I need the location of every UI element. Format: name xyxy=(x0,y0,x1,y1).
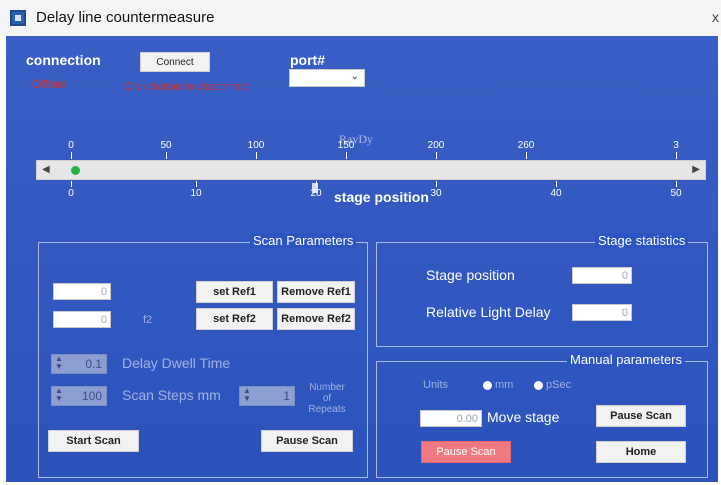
bottom-scale-tick xyxy=(436,181,437,187)
unit-mm-label: mm xyxy=(495,379,514,391)
top-scale-tick xyxy=(256,152,257,159)
scan-parameters-title: Scan Parameters xyxy=(250,233,357,248)
move-stage-label: Move stage xyxy=(487,409,560,425)
pause-scan-button[interactable]: Pause Scan xyxy=(261,430,353,452)
stage-statistics-group xyxy=(376,242,708,347)
bottom-scale-tick xyxy=(196,181,197,187)
move-stage-field[interactable]: 0.00 xyxy=(420,410,482,427)
repeats-label-line2: of Repeats xyxy=(308,393,346,415)
title-bar: Delay line countermeasure x xyxy=(0,0,721,36)
repeats-label-line1: Number xyxy=(309,382,345,393)
close-icon[interactable]: x xyxy=(712,9,719,25)
top-scale-tick xyxy=(166,152,167,159)
stage-position-slider[interactable]: ◀ ▶ xyxy=(36,160,706,180)
scan-steps-stepper[interactable]: ▲ ▼ 100 xyxy=(51,386,107,406)
scan-steps-value: 100 xyxy=(81,389,102,403)
stage-position-value: 0 xyxy=(572,267,632,284)
bottom-scale-tick-label: 30 xyxy=(430,188,442,199)
stage-position-stat-label: Stage position xyxy=(426,267,515,283)
slider-right-arrow-icon[interactable]: ▶ xyxy=(692,164,700,175)
stepper-arrows-icon[interactable]: ▲ ▼ xyxy=(55,387,63,403)
port-label: port# xyxy=(290,52,325,68)
start-scan-button[interactable]: Start Scan xyxy=(48,430,139,452)
connection-status: Offline xyxy=(32,77,67,91)
top-scale-tick-label: 50 xyxy=(160,140,172,151)
stage-position-label: stage position xyxy=(334,189,429,205)
stepper-arrows-icon[interactable]: ▲ ▼ xyxy=(243,387,251,403)
slider-thumb[interactable] xyxy=(71,166,80,175)
home-button[interactable]: Home xyxy=(596,441,686,463)
top-scale-tick xyxy=(71,152,72,159)
dwell-time-stepper[interactable]: ▲ ▼ 0.1 xyxy=(51,354,107,374)
manual-parameters-title: Manual parameters xyxy=(567,352,685,367)
units-label: Units xyxy=(423,379,449,391)
stepper-arrows-icon[interactable]: ▲ ▼ xyxy=(55,355,63,371)
unit-psec-radio[interactable] xyxy=(534,381,543,390)
connection-label: connection xyxy=(26,52,101,68)
top-scale-tick-label: 260 xyxy=(517,140,535,151)
dwell-time-value: 0.1 xyxy=(85,357,102,371)
top-scale-tick-label: 100 xyxy=(247,140,265,151)
connection-hint: Click button to disconnect xyxy=(124,81,250,93)
top-scale-tick xyxy=(526,152,527,159)
set-ref1-button[interactable]: set Ref1 xyxy=(196,281,273,303)
bottom-scale-tick-label: 50 xyxy=(670,188,682,199)
unit-mm-radio[interactable] xyxy=(483,381,492,390)
window-title: Delay line countermeasure xyxy=(36,9,215,26)
top-scale-tick-label: 200 xyxy=(427,140,445,151)
pause-scan-active-button[interactable]: Pause Scan xyxy=(421,441,511,463)
f2-label: f2 xyxy=(143,314,153,326)
port-select[interactable]: ⌄ xyxy=(289,69,365,87)
top-scale-tick-label: 150 xyxy=(337,140,355,151)
slider-left-arrow-icon[interactable]: ◀ xyxy=(42,164,50,175)
repeats-label: Number of Repeats xyxy=(303,382,351,415)
connect-button[interactable]: Connect xyxy=(140,52,210,72)
bottom-scale-tick xyxy=(676,181,677,187)
dwell-time-label: Delay Dwell Time xyxy=(122,355,231,371)
relative-light-delay-label: Relative Light Delay xyxy=(426,304,551,320)
top-scale-tick-label: 0 xyxy=(68,140,74,151)
top-scale-tick xyxy=(346,152,347,159)
bottom-scale-tick-label: 0 xyxy=(68,188,74,199)
unit-psec-label: pSec xyxy=(546,379,572,391)
remove-ref2-button[interactable]: Remove Ref2 xyxy=(277,308,355,330)
bottom-scale-tick-label: 40 xyxy=(550,188,562,199)
scan-steps-label: Scan Steps mm xyxy=(122,387,221,403)
manual-pause-scan-button[interactable]: Pause Scan xyxy=(596,405,686,427)
main-panel: connection Connect Offline Click button … xyxy=(6,36,718,482)
bottom-scale-tick xyxy=(556,181,557,187)
repeats-stepper[interactable]: ▲ ▼ 1 xyxy=(239,386,295,406)
chevron-down-icon: ⌄ xyxy=(350,71,359,82)
ref2-field[interactable]: 0 xyxy=(53,311,111,328)
repeats-value: 1 xyxy=(283,389,290,403)
remove-ref1-button[interactable]: Remove Ref1 xyxy=(277,281,355,303)
bottom-scale-tick xyxy=(316,181,317,187)
ref1-field[interactable]: 0 xyxy=(53,283,111,300)
top-scale-tick xyxy=(436,152,437,159)
bottom-scale-tick xyxy=(71,181,72,187)
top-scale-tick-label: 3 xyxy=(673,140,679,151)
top-scale-tick xyxy=(676,152,677,159)
stage-statistics-title: Stage statistics xyxy=(595,233,689,248)
relative-light-delay-value: 0 xyxy=(572,304,632,321)
set-ref2-button[interactable]: set Ref2 xyxy=(196,308,273,330)
app-icon xyxy=(10,10,26,26)
bottom-scale-tick-label: 10 xyxy=(190,188,202,199)
bottom-scale-tick-label: 20 xyxy=(310,188,322,199)
